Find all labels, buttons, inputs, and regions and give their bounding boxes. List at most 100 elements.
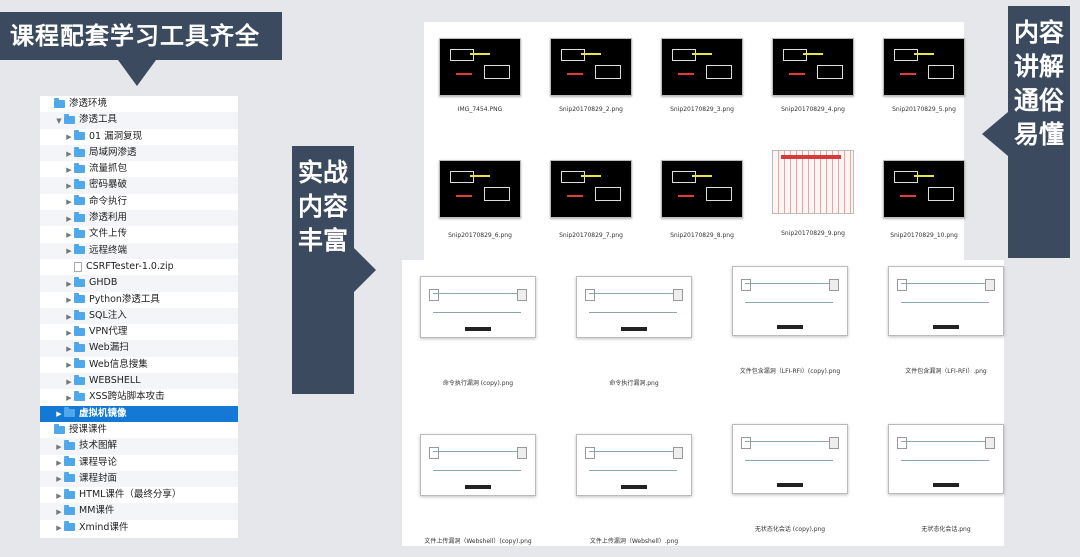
disclosure-closed-icon[interactable]: ▶ [64, 325, 74, 341]
disclosure-closed-icon[interactable]: ▶ [54, 455, 64, 471]
tree-item[interactable]: ▶ Xmind课件 [40, 520, 238, 536]
disclosure-closed-icon[interactable]: ▶ [54, 520, 64, 536]
doodle [914, 175, 934, 177]
disclosure-closed-icon[interactable]: ▶ [64, 276, 74, 292]
tree-item[interactable]: ▼ 渗透工具 [40, 112, 238, 129]
doodle [581, 53, 601, 55]
thumbnail[interactable]: 文件上传漏洞（Webshell）.png [564, 434, 704, 545]
tree-item[interactable]: ▶ 文件上传 [40, 226, 238, 242]
thumbnail[interactable]: 无状态化会话 (copy).png [720, 424, 860, 533]
thumbnail-image [772, 38, 854, 96]
thumbnail[interactable]: Snip20170829_8.png [652, 160, 752, 239]
disclosure-closed-icon[interactable]: ▶ [64, 194, 74, 210]
tree-item[interactable]: ▶ VPN代理 [40, 324, 238, 340]
diagram-node [585, 289, 595, 301]
thumbnail[interactable]: Snip20170829_2.png [541, 38, 641, 113]
tree-item[interactable]: ▶ MM课件 [40, 503, 238, 520]
thumbnail-caption: Snip20170829_2.png [559, 106, 623, 113]
tree-item[interactable]: ▶ 技术图解 [40, 438, 238, 455]
tree-item[interactable]: ▶ Python渗透工具 [40, 292, 238, 308]
thumbnail[interactable]: 文件上传漏洞（Webshell）(copy).png [408, 434, 548, 545]
diagram-node [985, 437, 995, 449]
thumbnail[interactable]: Snip20170829_6.png [430, 160, 530, 239]
folder-icon [74, 211, 85, 222]
disclosure-closed-icon[interactable]: ▶ [64, 178, 74, 194]
thumbnail-caption: Snip20170829_4.png [781, 106, 845, 113]
thumbnail[interactable]: 无状态化会话.png [876, 424, 1016, 533]
disclosure-closed-icon[interactable]: ▶ [64, 243, 74, 259]
thumbnail[interactable]: Snip20170829_10.png [874, 160, 974, 239]
disclosure-closed-icon[interactable]: ▶ [64, 341, 74, 357]
disclosure-closed-icon[interactable]: ▶ [64, 129, 74, 145]
thumbnail-image [883, 160, 965, 218]
diagram-node [897, 437, 907, 449]
diagram-node [985, 279, 995, 291]
tree-item[interactable]: ▶ HTML课件（最终分享） [40, 487, 238, 503]
thumbnail[interactable]: 文件包含漏洞（LFI-RFI）(copy).png [720, 266, 860, 375]
disclosure-open-icon[interactable]: ▼ [54, 113, 64, 129]
tree-item[interactable]: ▶ 密码暴破 [40, 177, 238, 194]
tree-item[interactable]: ▶ Web漏扫 [40, 340, 238, 357]
thumbnail[interactable]: 命令执行漏洞 (copy).png [408, 276, 548, 387]
tree-item[interactable]: ▶ Web信息搜集 [40, 357, 238, 373]
disclosure-closed-icon[interactable]: ▶ [64, 374, 74, 390]
file-tree[interactable]: 渗透环境 ▼ 渗透工具 ▶ 01 漏洞复现 ▶ 局域网渗透 ▶ 流量抓包 ▶ 密码暴破 ▶ 命令执行 ▶ 渗… [40, 96, 238, 538]
thumbnail[interactable]: Snip20170829_7.png [541, 160, 641, 239]
thumbnail-image [732, 424, 848, 494]
thumbnail-caption: 文件上传漏洞（Webshell）(copy).png [424, 538, 532, 545]
disclosure-closed-icon[interactable]: ▶ [64, 227, 74, 243]
tree-item[interactable]: ▶ 远程终端 [40, 242, 238, 259]
tree-item[interactable]: ▶ 虚拟机镜像 [40, 405, 238, 422]
folder-icon [74, 358, 85, 369]
tree-item[interactable]: ▶ 01 漏洞复现 [40, 129, 238, 145]
tree-item[interactable]: ▶ 命令执行 [40, 194, 238, 210]
doodle [692, 53, 712, 55]
tree-item[interactable]: ▶ XSS跨站脚本攻击 [40, 389, 238, 405]
tree-item[interactable]: ▶ SQL注入 [40, 307, 238, 325]
thumbnail[interactable]: 文件包含漏洞（LFI-RFI）.png [876, 266, 1016, 375]
folder-icon [74, 276, 85, 287]
thumbnail-image [439, 38, 521, 96]
tree-item-label: 局域网渗透 [89, 146, 137, 158]
disclosure-closed-icon[interactable]: ▶ [54, 504, 64, 520]
callout-tools-complete: 课程配套学习工具齐全 [0, 12, 282, 60]
tree-item[interactable]: ▶ 课程导论 [40, 455, 238, 471]
tree-item[interactable]: ▶ 渗透利用 [40, 210, 238, 227]
doodle [900, 73, 916, 75]
thumbnail-image [420, 434, 536, 496]
tree-item-label: Xmind课件 [79, 521, 129, 533]
arrow-down-icon [118, 60, 156, 86]
disclosure-closed-icon[interactable]: ▶ [54, 488, 64, 504]
tree-item[interactable]: ▶ WEBSHELL [40, 373, 238, 390]
disclosure-closed-icon[interactable]: ▶ [54, 439, 64, 455]
disclosure-closed-icon[interactable]: ▶ [64, 292, 74, 308]
disclosure-closed-icon[interactable]: ▶ [64, 309, 74, 325]
tree-item[interactable]: 渗透环境 [40, 96, 238, 112]
arrow-left-icon [982, 112, 1008, 156]
doodle [789, 73, 805, 75]
disclosure-closed-icon[interactable]: ▶ [64, 357, 74, 373]
disclosure-closed-icon[interactable]: ▶ [64, 146, 74, 162]
tree-item[interactable]: ▶ 流量抓包 [40, 161, 238, 177]
thumbnail[interactable]: IMG_7454.PNG [430, 38, 530, 113]
folder-icon [64, 113, 75, 124]
thumbnail[interactable]: Snip20170829_5.png [874, 38, 974, 113]
tree-item[interactable]: 授课课件 [40, 422, 238, 438]
doodle [470, 175, 490, 177]
tree-item[interactable]: ▶ 局域网渗透 [40, 144, 238, 162]
disclosure-closed-icon[interactable]: ▶ [64, 211, 74, 227]
thumbnail[interactable]: 命令执行漏洞.png [564, 276, 704, 387]
tree-item[interactable]: CSRFTester-1.0.zip [40, 259, 238, 275]
thumbnail[interactable]: Snip20170829_9.png [763, 150, 863, 237]
disclosure-closed-icon[interactable]: ▶ [64, 162, 74, 178]
thumbnail-image [888, 266, 1004, 336]
disclosure-closed-icon[interactable]: ▶ [64, 390, 74, 406]
tree-item[interactable]: ▶ 课程封面 [40, 470, 238, 488]
tree-item-label: Web信息搜集 [89, 358, 148, 370]
thumbnail[interactable]: Snip20170829_4.png [763, 38, 863, 113]
disclosure-closed-icon[interactable]: ▶ [54, 471, 64, 487]
disclosure-closed-icon[interactable]: ▶ [54, 406, 64, 422]
folder-icon [64, 456, 75, 467]
thumbnail[interactable]: Snip20170829_3.png [652, 38, 752, 113]
tree-item[interactable]: ▶ GHDB [40, 275, 238, 292]
